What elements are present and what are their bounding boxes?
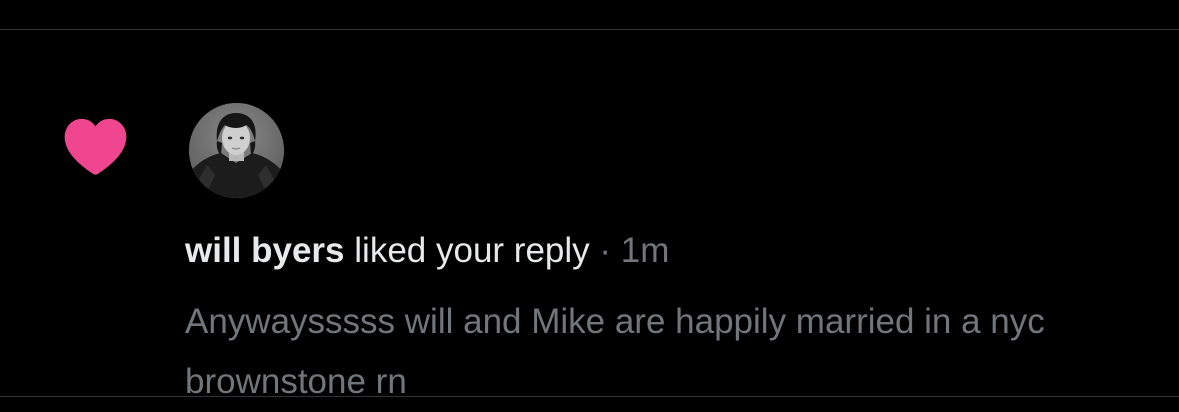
username[interactable]: will byers [185, 231, 345, 270]
avatar-photo [189, 103, 284, 198]
heart-icon [64, 118, 127, 175]
timestamp: 1m [620, 231, 670, 270]
notification-headline: will byers liked your reply · 1m [185, 226, 669, 276]
separator: · [599, 231, 612, 270]
user-avatar[interactable] [189, 103, 284, 198]
reply-text[interactable]: Anywaysssss will and Mike are happily ma… [185, 292, 1165, 412]
action-text: liked your reply [354, 231, 590, 270]
bottom-divider [0, 396, 1179, 397]
like-notification[interactable]: will byers liked your reply · 1m Anyways… [0, 30, 1179, 401]
